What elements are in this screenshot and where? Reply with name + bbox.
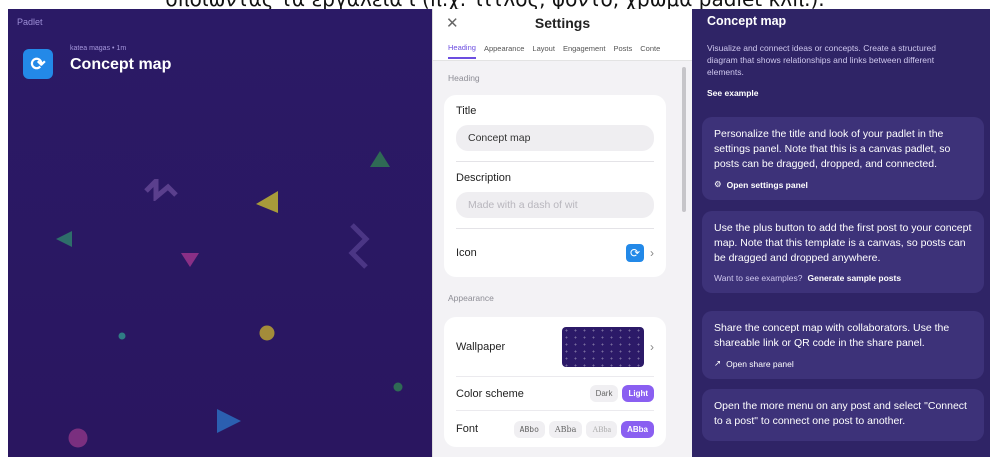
settings-title: Settings (534, 15, 591, 31)
info-title: Concept map (707, 14, 787, 28)
settings-panel: ✕ Settings Heading Appearance Layout Eng… (432, 9, 692, 457)
tab-posts[interactable]: Posts (613, 39, 632, 58)
triangle-green-decoration (370, 151, 390, 167)
wallpaper-thumbnail[interactable] (562, 326, 644, 367)
open-settings-panel-button[interactable]: ⚙ Open settings panel (714, 179, 972, 190)
tip-card: Personalize the title and look of your p… (702, 117, 984, 200)
zigzag-decoration-2 (348, 223, 370, 269)
font-row: Font ABbo ABba ABba ABba (456, 411, 654, 447)
wallpaper-row[interactable]: Wallpaper › (456, 317, 654, 377)
font-label: Font (456, 423, 479, 435)
padlet-canvas[interactable]: Padlet ⟳ katea magas • 1m Concept map (8, 9, 432, 457)
gear-icon: ⚙ (714, 179, 722, 189)
appearance-card: Wallpaper › Color scheme Dark Light Font… (444, 317, 666, 447)
tip-text: Use the plus button to add the first pos… (714, 222, 972, 264)
padlet-icon[interactable]: ⟳ (23, 49, 53, 79)
tip-text: Personalize the title and look of your p… (714, 128, 951, 170)
icon-label: Icon (456, 247, 477, 259)
triangle-blue-decoration (217, 409, 241, 433)
icon-preview[interactable]: ⟳ › (626, 244, 654, 262)
tip-card: Use the plus button to add the first pos… (702, 211, 984, 293)
title-label: Title (456, 105, 477, 117)
chevron-right-icon: › (650, 339, 654, 354)
tab-heading[interactable]: Heading (448, 38, 476, 59)
wallpaper-label: Wallpaper (456, 340, 506, 353)
tab-appearance[interactable]: Appearance (484, 39, 524, 58)
appearance-section-label: Appearance (448, 293, 494, 303)
font-option-2[interactable]: ABba (548, 420, 583, 438)
scrollbar-thumb[interactable] (682, 67, 686, 212)
tip-text: Open the more menu on any post and selec… (714, 400, 967, 427)
author-line: katea magas • 1m (70, 45, 127, 52)
chevron-right-icon: › (650, 246, 654, 260)
tab-layout[interactable]: Layout (532, 39, 555, 58)
heading-section-label: Heading (448, 73, 480, 83)
triangle-teal-decoration (56, 231, 72, 247)
color-scheme-toggle: Dark Light (589, 385, 654, 402)
padlet-title[interactable]: Concept map (70, 56, 171, 74)
zigzag-decoration (144, 179, 178, 201)
action-prefix: Want to see examples? (714, 273, 803, 283)
circle-green-decoration (393, 382, 403, 392)
tab-content[interactable]: Conte (640, 39, 660, 58)
color-scheme-dark-option[interactable]: Dark (589, 385, 619, 402)
wallpaper-preview: › (562, 326, 654, 367)
tip-card: Share the concept map with collaborators… (702, 311, 984, 379)
icon-row[interactable]: Icon ⟳ › (456, 229, 654, 277)
padlet-icon-thumb: ⟳ (626, 244, 644, 262)
font-option-1[interactable]: ABbo (513, 420, 545, 438)
triangle-pink-decoration (181, 253, 199, 267)
share-icon: ↗ (714, 358, 722, 368)
triangle-olive-decoration (256, 191, 278, 213)
caption-text: οποιώντας τα εργαλεία ι (π.χ. τίτλος, φό… (0, 0, 990, 9)
scrollbar[interactable] (682, 67, 686, 217)
circle-gold-decoration (259, 325, 275, 341)
template-info-panel: Concept map Visualize and connect ideas … (692, 9, 990, 457)
color-scheme-light-option[interactable]: Light (622, 385, 654, 402)
generate-sample-posts-row: Want to see examples? Generate sample po… (714, 273, 972, 283)
close-icon[interactable]: ✕ (446, 14, 459, 32)
open-share-panel-button[interactable]: ↗ Open share panel (714, 358, 972, 369)
circle-pink-decoration (68, 428, 88, 448)
color-scheme-row: Color scheme Dark Light (456, 377, 654, 411)
font-option-3[interactable]: ABba (586, 420, 618, 438)
tip-card: Open the more menu on any post and selec… (702, 389, 984, 441)
action-label: Open settings panel (726, 179, 808, 190)
settings-tabs: Heading Appearance Layout Engagement Pos… (433, 37, 692, 61)
info-description: Visualize and connect ideas or concepts.… (707, 43, 937, 77)
font-option-4[interactable]: ABba (621, 420, 654, 438)
title-input[interactable]: Concept map (456, 125, 654, 151)
heading-card: Title Concept map Description Made with … (444, 95, 666, 277)
font-options: ABbo ABba ABba ABba (513, 420, 654, 438)
description-input[interactable]: Made with a dash of wit (456, 192, 654, 218)
generate-sample-posts-link[interactable]: Generate sample posts (808, 273, 902, 283)
description-label: Description (456, 172, 512, 184)
tab-engagement[interactable]: Engagement (563, 39, 606, 58)
padlet-brand[interactable]: Padlet (17, 17, 43, 27)
tip-text: Share the concept map with collaborators… (714, 322, 950, 349)
circle-teal-decoration (118, 332, 126, 340)
settings-header: ✕ Settings (433, 9, 692, 37)
see-example-link[interactable]: See example (707, 88, 759, 98)
color-scheme-label: Color scheme (456, 387, 524, 400)
screen: οποιώντας τα εργαλεία ι (π.χ. τίτλος, φό… (0, 0, 990, 457)
action-label: Open share panel (726, 358, 794, 369)
